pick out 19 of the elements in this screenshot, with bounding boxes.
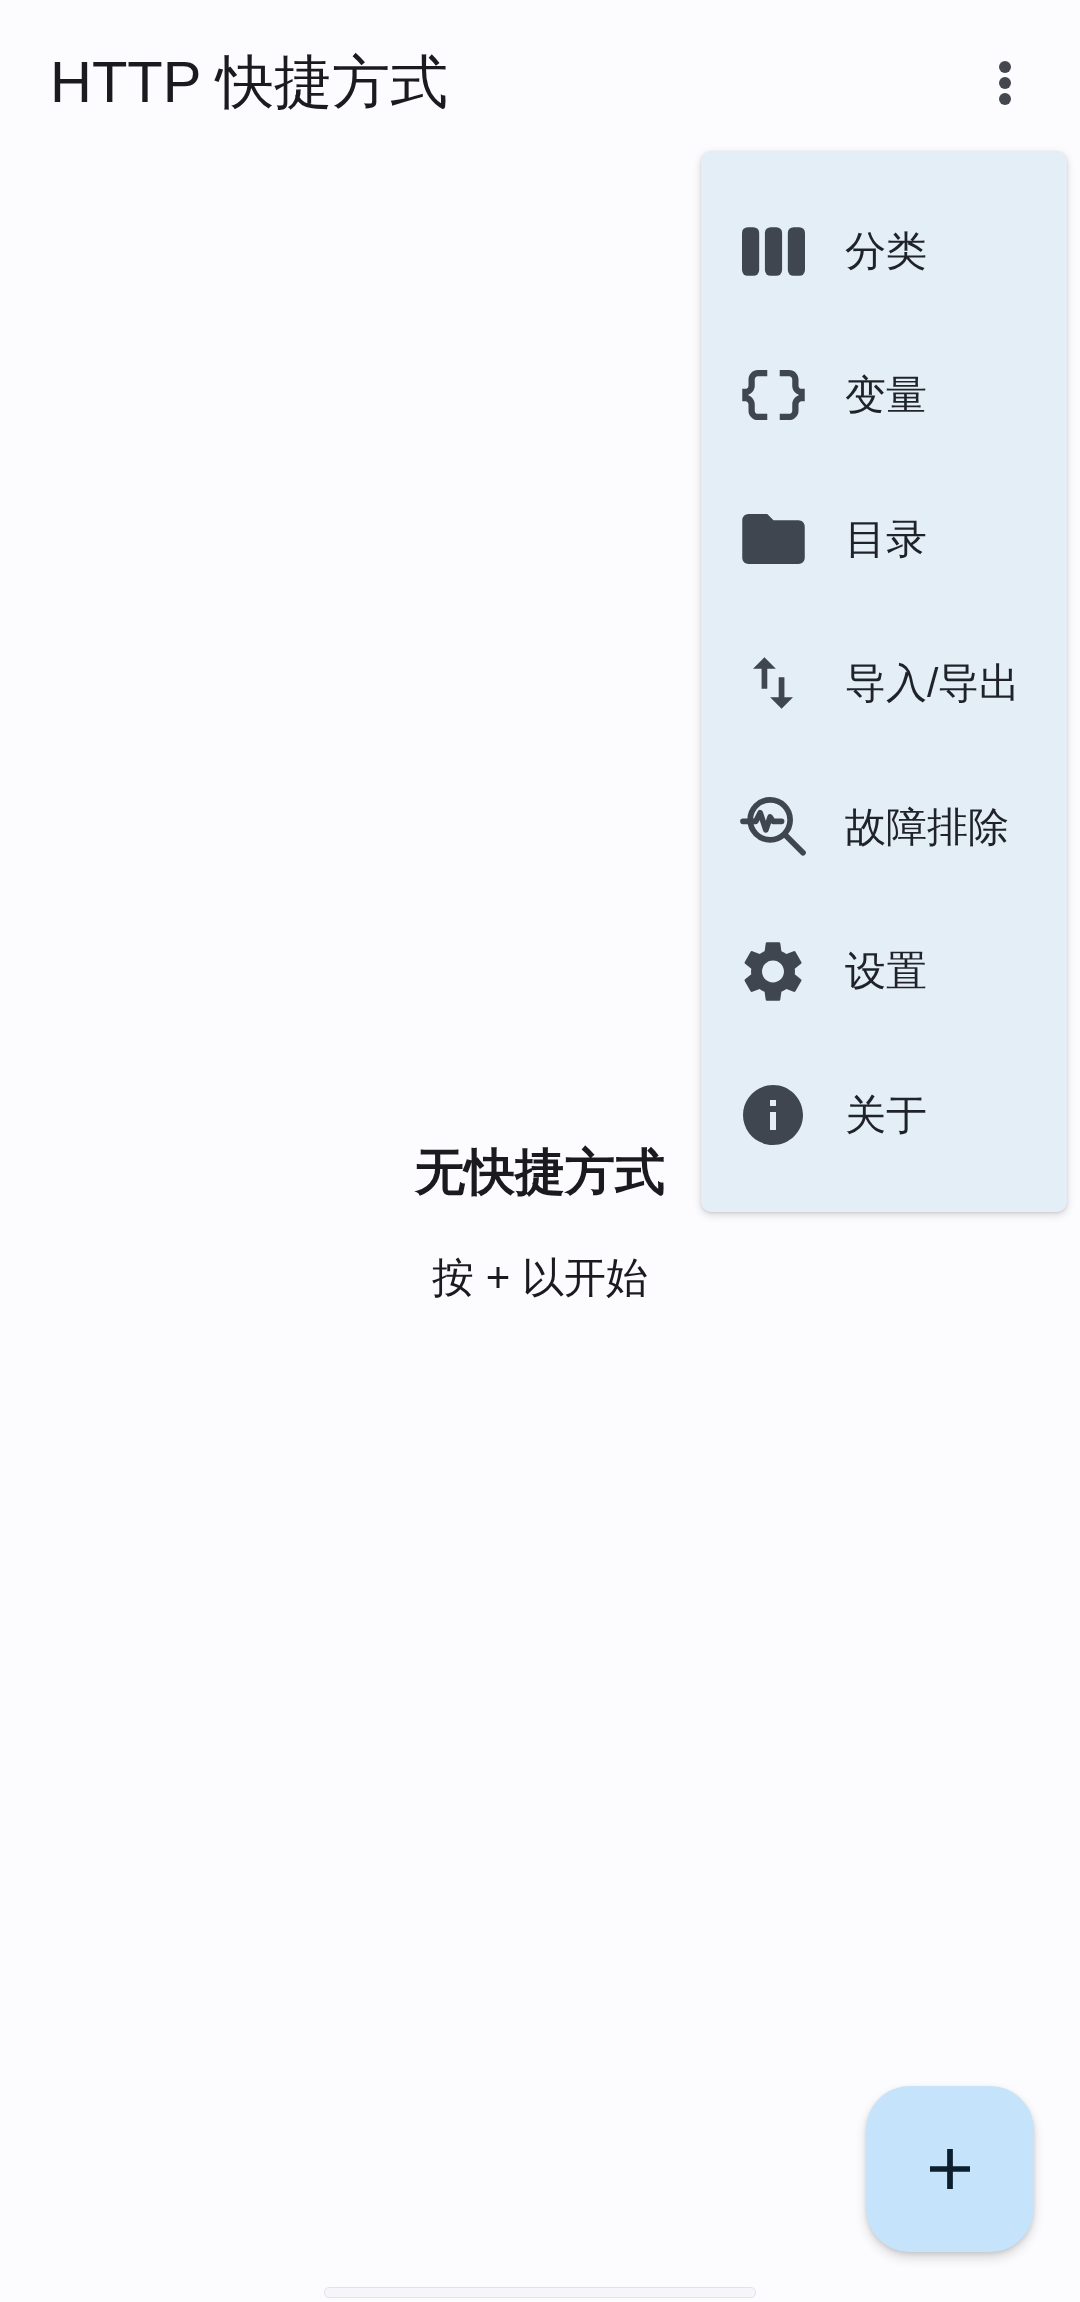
menu-item[interactable]: 关于 (701, 1043, 1067, 1187)
up-down-arrows-icon (753, 657, 793, 709)
plus-icon (930, 2149, 970, 2189)
curly-braces-icon (741, 370, 805, 420)
menu-item[interactable]: 分类 (701, 179, 1067, 323)
empty-state-hint: 按 + 以开始 (432, 1252, 648, 1303)
menu-item[interactable]: 设置 (701, 899, 1067, 1043)
three-bars-icon (741, 226, 805, 276)
more-vertical-icon (998, 60, 1012, 106)
empty-state-title: 无快捷方式 (415, 1142, 665, 1202)
menu-item[interactable]: 导入/导出 (701, 611, 1067, 755)
info-icon (743, 1085, 803, 1145)
menu-item[interactable]: 故障排除 (701, 755, 1067, 899)
app-title: HTTP 快捷方式 (50, 48, 449, 116)
folder-icon (741, 514, 805, 564)
magnifier-pulse-icon (740, 797, 806, 857)
settings-icon (744, 940, 802, 1002)
menu-item[interactable]: 变量 (701, 323, 1067, 467)
menu-item[interactable]: 目录 (701, 467, 1067, 611)
